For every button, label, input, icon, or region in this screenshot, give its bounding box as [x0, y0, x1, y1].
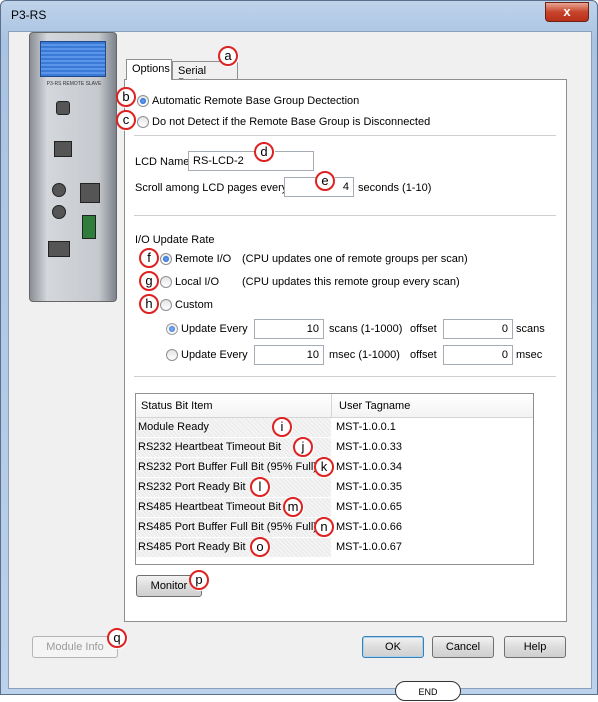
ethernet-port-icon [54, 141, 72, 157]
user-tagname[interactable]: MST-1.0.0.66 [334, 518, 524, 538]
scroll-label: Scroll among LCD pages every [135, 182, 288, 194]
lcd-name-label: LCD Name [135, 156, 190, 168]
ok-button[interactable]: OK [362, 636, 424, 658]
msec-offset-label: offset [410, 349, 437, 361]
no-detect-radio[interactable] [137, 116, 149, 128]
user-tagname[interactable]: MST-1.0.0.65 [334, 498, 524, 518]
update-every-msec-radio[interactable] [166, 349, 178, 361]
update-scans-units: scans (1-1000) [329, 323, 403, 335]
callout-marker: o [250, 537, 270, 557]
scans-offset-input[interactable]: 0 [443, 319, 513, 339]
table-row[interactable]: RS485 Port Buffer Full Bit (95% Full) MS… [136, 518, 533, 538]
scans-offset-label: offset [410, 323, 437, 335]
usb-a-port-icon [48, 241, 70, 257]
auto-detect-label: Automatic Remote Base Group Dectection [152, 95, 360, 107]
callout-marker: f [139, 248, 159, 268]
callout-marker: a [218, 46, 238, 66]
custom-label: Custom [175, 299, 213, 311]
callout-marker: n [314, 517, 334, 537]
usb-port-icon [56, 101, 70, 115]
help-button[interactable]: Help [504, 636, 566, 658]
update-every-scans-label: Update Every [181, 323, 248, 335]
separator [134, 135, 556, 136]
status-bit-item: RS232 Port Ready Bit [136, 478, 331, 498]
msec-offset-input[interactable]: 0 [443, 345, 513, 365]
update-scans-input[interactable]: 10 [254, 319, 324, 339]
callout-marker: d [254, 142, 274, 162]
table-row[interactable]: RS485 Heartbeat Timeout Bit MST-1.0.0.65 [136, 498, 533, 518]
callout-marker: i [272, 417, 292, 437]
local-io-label: Local I/O [175, 276, 220, 288]
rotary-switch-icon [52, 205, 66, 219]
cancel-button[interactable]: Cancel [432, 636, 494, 658]
callout-marker: k [314, 457, 334, 477]
local-io-radio[interactable] [160, 276, 172, 288]
table-row[interactable]: RS232 Port Buffer Full Bit (95% Full) MS… [136, 458, 533, 478]
msec-offset-units: msec [516, 349, 543, 361]
close-button[interactable]: x [545, 2, 589, 22]
callout-marker: c [116, 110, 136, 130]
status-bit-table: Status Bit Item User Tagname Module Read… [135, 393, 534, 565]
callout-marker: e [315, 171, 335, 191]
table-row[interactable]: RS232 Heartbeat Timeout Bit MST-1.0.0.33 [136, 438, 533, 458]
device-label: P3-RS REMOTE SLAVE [46, 81, 102, 87]
lcd-name-input[interactable]: RS-LCD-2 [188, 151, 314, 171]
table-header: Status Bit Item User Tagname [136, 394, 533, 418]
custom-radio[interactable] [160, 299, 172, 311]
tab-options[interactable]: Options [126, 59, 172, 80]
no-detect-label: Do not Detect if the Remote Base Group i… [152, 116, 431, 128]
local-io-description: (CPU updates this remote group every sca… [242, 276, 460, 288]
status-bit-item: RS232 Port Buffer Full Bit (95% Full) [136, 458, 331, 478]
update-msec-units: msec (1-1000) [329, 349, 400, 361]
callout-marker: h [139, 294, 159, 314]
separator [134, 376, 556, 377]
auto-detect-radio[interactable] [137, 95, 149, 107]
scans-offset-units: scans [516, 323, 545, 335]
window-title: P3-RS [11, 8, 47, 22]
terminal-block-icon [82, 215, 96, 239]
module-info-button[interactable]: Module Info [32, 636, 118, 658]
column-header-status-bit-item[interactable]: Status Bit Item [141, 400, 213, 412]
remote-io-radio[interactable] [160, 253, 172, 265]
callout-marker: b [116, 87, 136, 107]
update-every-scans-radio[interactable] [166, 323, 178, 335]
callout-marker: p [189, 570, 209, 590]
table-row[interactable]: Module Ready MST-1.0.0.1 [136, 418, 533, 438]
serial-port-icon [80, 183, 100, 203]
callout-marker: m [283, 497, 303, 517]
user-tagname[interactable]: MST-1.0.0.35 [334, 478, 524, 498]
callout-marker: g [139, 271, 159, 291]
user-tagname[interactable]: MST-1.0.0.34 [334, 458, 524, 478]
user-tagname[interactable]: MST-1.0.0.33 [334, 438, 524, 458]
rotary-switch-icon [52, 183, 66, 197]
status-bit-item: RS485 Port Ready Bit [136, 538, 331, 558]
column-header-user-tagname[interactable]: User Tagname [339, 400, 410, 412]
callout-marker: j [293, 437, 313, 457]
user-tagname[interactable]: MST-1.0.0.1 [334, 418, 524, 438]
scroll-units-label: seconds (1-10) [358, 182, 432, 194]
io-update-group-label: I/O Update Rate [135, 234, 215, 246]
column-divider [331, 394, 332, 418]
device-display [40, 41, 106, 77]
remote-io-label: Remote I/O [175, 253, 232, 265]
user-tagname[interactable]: MST-1.0.0.67 [334, 538, 524, 558]
separator [134, 215, 556, 216]
p3-rs-device-image: P3-RS REMOTE SLAVE [29, 32, 117, 302]
callout-marker: q [107, 628, 127, 648]
update-msec-input[interactable]: 10 [254, 345, 324, 365]
status-bit-item: RS485 Port Buffer Full Bit (95% Full) [136, 518, 331, 538]
background-end-shape: END [395, 681, 461, 701]
remote-io-description: (CPU updates one of remote groups per sc… [242, 253, 468, 265]
table-row[interactable]: RS232 Port Ready Bit MST-1.0.0.35 [136, 478, 533, 498]
status-bit-item: Module Ready [136, 418, 331, 438]
table-row[interactable]: RS485 Port Ready Bit MST-1.0.0.67 [136, 538, 533, 558]
update-every-msec-label: Update Every [181, 349, 248, 361]
callout-marker: l [250, 477, 270, 497]
